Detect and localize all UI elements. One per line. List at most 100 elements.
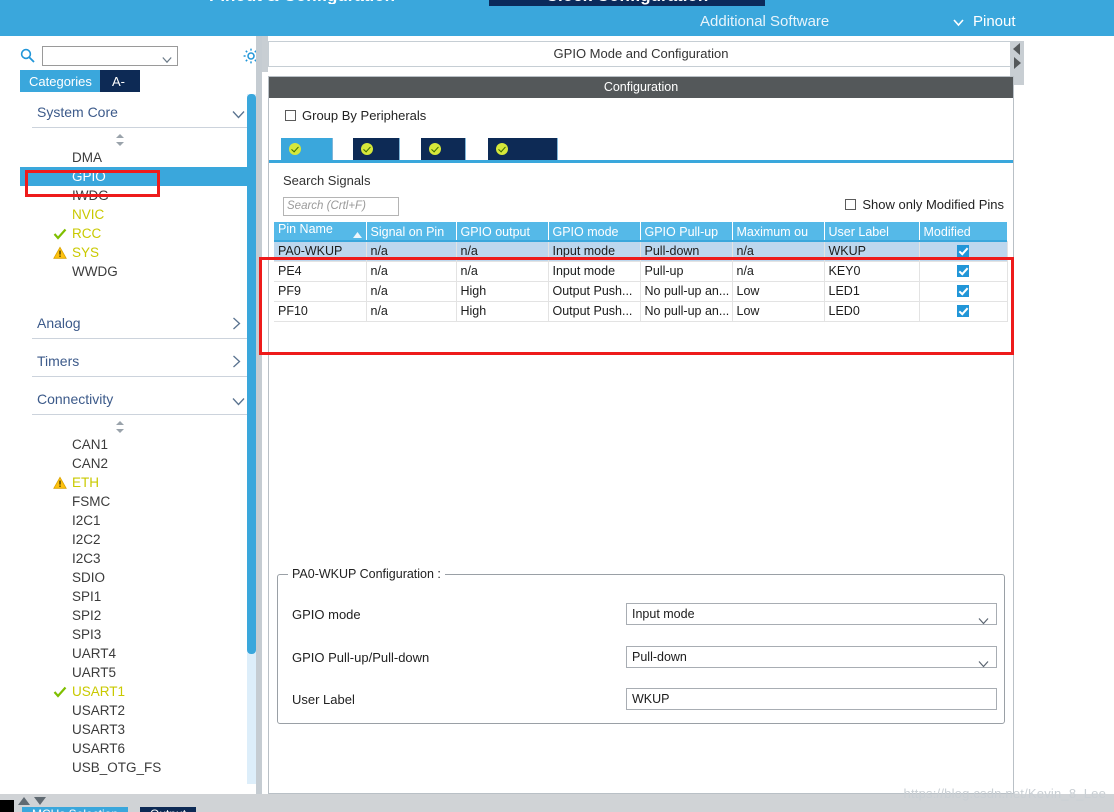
clock-configuration-tab-label[interactable]: Clock Configuration: [489, 0, 765, 6]
sidebar-tab-a-to-z[interactable]: A->Z: [100, 70, 140, 109]
field-row-gpio-pullup: GPIO Pull-up/Pull-down Pull-down: [278, 646, 1006, 670]
sidebar-item-spi2[interactable]: SPI2: [20, 606, 255, 625]
divider: [32, 414, 251, 415]
show-only-modified-pins-checkbox[interactable]: Show only Modified Pins: [845, 197, 1004, 212]
sidebar-item-uart5[interactable]: UART5: [20, 663, 255, 682]
cell-gpio-mode: Input mode: [548, 261, 641, 282]
chevron-right-icon: [232, 355, 245, 368]
sidebar-group-system-core[interactable]: System Core: [20, 94, 255, 132]
tab-gpio[interactable]: GPIO: [281, 138, 333, 177]
user-label-input[interactable]: WKUP: [626, 688, 997, 710]
scroll-spinner-system-core[interactable]: [20, 132, 255, 148]
table-row[interactable]: PE4 n/a n/a Input mode Pull-up n/a KEY0: [274, 261, 1008, 282]
sidebar-item-can1[interactable]: CAN1: [20, 435, 255, 454]
sidebar-item-eth[interactable]: ETH: [20, 473, 255, 492]
tab-rcc[interactable]: RCC: [353, 138, 401, 177]
sidebar-group-timers[interactable]: Timers: [20, 343, 255, 381]
sidebar-item-fsmc[interactable]: FSMC: [20, 492, 255, 511]
field-row-gpio-mode: GPIO mode Input mode: [278, 603, 1006, 627]
sidebar-item-rcc[interactable]: RCC: [20, 224, 255, 243]
sidebar-item-spi3[interactable]: SPI3: [20, 625, 255, 644]
sidebar-item-dma[interactable]: DMA: [20, 148, 255, 167]
modified-checkbox[interactable]: [957, 305, 969, 317]
column-header-modified[interactable]: Modified: [919, 222, 1008, 241]
sidebar-item-i2c2[interactable]: I2C2: [20, 530, 255, 549]
sidebar-item-nvic[interactable]: NVIC: [20, 205, 255, 224]
modified-checkbox[interactable]: [957, 244, 969, 257]
peripheral-tree: System Core DMA GPIO IWDG NVIC RCC SYS W…: [20, 94, 255, 784]
cell-modified[interactable]: [919, 261, 1008, 282]
column-header-pin-name[interactable]: Pin Name: [274, 222, 367, 241]
sidebar-item-wwdg[interactable]: WWDG: [20, 262, 255, 281]
sidebar-item-label: SPI2: [72, 608, 102, 623]
sidebar-item-can2[interactable]: CAN2: [20, 454, 255, 473]
sidebar-item-usb-otg-fs[interactable]: USB_OTG_FS: [20, 758, 255, 777]
cell-gpio-mode: Output Push...: [548, 281, 641, 302]
sidebar-group-analog[interactable]: Analog: [20, 305, 255, 343]
user-label-label: User Label: [292, 692, 355, 707]
column-header-maximum-output[interactable]: Maximum ou: [732, 222, 825, 241]
chevron-right-icon: [232, 317, 245, 330]
cell-gpio-output: High: [456, 281, 549, 302]
signal-search-input[interactable]: Search (Crtl+F): [283, 197, 399, 216]
cell-modified[interactable]: [919, 281, 1008, 302]
column-header-gpio-mode[interactable]: GPIO mode: [548, 222, 641, 241]
column-header-user-label[interactable]: User Label: [824, 222, 920, 241]
sidebar-group-connectivity[interactable]: Connectivity: [20, 381, 255, 419]
sidebar-item-usart6[interactable]: USART6: [20, 739, 255, 758]
sidebar-item-sdio[interactable]: SDIO: [20, 568, 255, 587]
sidebar-search-input[interactable]: [42, 46, 178, 66]
cell-modified[interactable]: [919, 241, 1008, 262]
sidebar-item-i2c3[interactable]: I2C3: [20, 549, 255, 568]
cell-gpio-pullup: No pull-up an...: [640, 281, 733, 302]
cell-pin-name: PF10: [274, 301, 367, 322]
column-header-signal-on-pin[interactable]: Signal on Pin: [366, 222, 457, 241]
sidebar-group-label: Analog: [37, 315, 81, 331]
tab-label: SYS: [429, 162, 456, 177]
sidebar-item-usart1[interactable]: USART1: [20, 682, 255, 701]
additional-software-tab[interactable]: Additional Software: [700, 13, 829, 30]
cell-signal-on-pin: n/a: [366, 301, 457, 322]
gpio-mode-select[interactable]: Input mode: [626, 603, 997, 625]
check-circle-icon: [429, 143, 441, 155]
search-icon: [20, 48, 35, 63]
sidebar-item-uart4[interactable]: UART4: [20, 644, 255, 663]
column-header-gpio-output[interactable]: GPIO output: [456, 222, 549, 241]
sidebar-item-sys[interactable]: SYS: [20, 243, 255, 262]
bottom-tab-mcus-selection[interactable]: MCUs Selection: [22, 807, 129, 812]
cell-user-label: WKUP: [824, 241, 920, 262]
sidebar-tab-categories[interactable]: Categories: [20, 70, 101, 92]
peripheral-sidebar: Categories A->Z System Core DMA GPIO IWD…: [0, 36, 262, 794]
sidebar-item-i2c1[interactable]: I2C1: [20, 511, 255, 530]
pin-configuration-table: Pin Name Signal on Pin GPIO output GPIO …: [274, 222, 1008, 322]
table-row[interactable]: PF10 n/a High Output Push... No pull-up …: [274, 301, 1008, 322]
tab-usart1[interactable]: USART1: [488, 138, 559, 177]
sidebar-item-label: FSMC: [72, 494, 111, 509]
tab-sys[interactable]: SYS: [421, 138, 467, 177]
check-circle-icon: [496, 143, 508, 155]
scroll-spinner-connectivity[interactable]: [20, 419, 255, 435]
sidebar-item-iwdg[interactable]: IWDG: [20, 186, 255, 205]
sidebar-item-gpio[interactable]: GPIO: [20, 167, 255, 186]
checkbox-box: [845, 199, 857, 210]
sidebar-item-spi1[interactable]: SPI1: [20, 587, 255, 606]
table-row[interactable]: PF9 n/a High Output Push... No pull-up a…: [274, 281, 1008, 302]
group-by-peripherals-checkbox[interactable]: Group By Peripherals: [285, 108, 426, 123]
column-header-gpio-pullup[interactable]: GPIO Pull-up: [640, 222, 733, 241]
gpio-mode-value: Input mode: [632, 607, 695, 621]
modified-checkbox[interactable]: [957, 265, 969, 277]
pinout-configuration-tab-label[interactable]: Pinout & Configuration: [152, 0, 452, 4]
modified-checkbox[interactable]: [957, 285, 969, 297]
gpio-pullup-label: GPIO Pull-up/Pull-down: [292, 650, 430, 665]
sidebar-item-usart3[interactable]: USART3: [20, 720, 255, 739]
cell-modified[interactable]: [919, 301, 1008, 322]
sidebar-item-usart2[interactable]: USART2: [20, 701, 255, 720]
gpio-pullup-select[interactable]: Pull-down: [626, 646, 997, 668]
sidebar-scrollbar-thumb[interactable]: [247, 94, 256, 654]
pinout-tab[interactable]: Pinout: [973, 13, 1016, 30]
bottom-tab-output[interactable]: Output: [140, 807, 197, 812]
gpio-mode-label: GPIO mode: [292, 607, 361, 622]
check-circle-icon: [361, 143, 373, 155]
table-row[interactable]: PA0-WKUP n/a n/a Input mode Pull-down n/…: [274, 241, 1008, 262]
column-label: Pin Name: [278, 222, 333, 236]
